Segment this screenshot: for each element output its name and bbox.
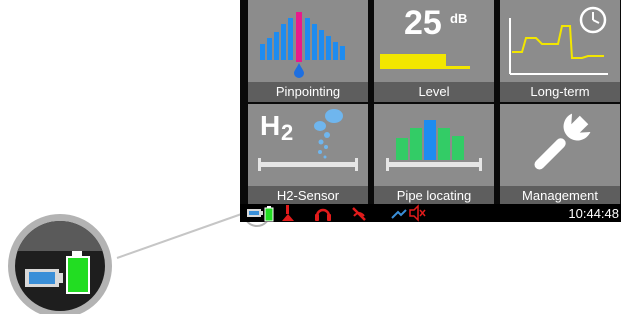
red-probe-icon — [282, 205, 294, 221]
level-unit: dB — [450, 11, 468, 26]
level-bar — [380, 54, 446, 66]
status-bar: 10:44:48 — [240, 204, 621, 222]
tile-long-term[interactable]: Long-term — [500, 0, 620, 102]
tile-label-h2-sensor: H2-Sensor — [248, 186, 368, 206]
tile-pinpointing[interactable]: Pinpointing — [248, 0, 368, 102]
red-crossed-icon — [352, 207, 366, 221]
status-clock: 10:44:48 — [568, 206, 619, 221]
pipe-locating-bars-icon — [386, 120, 482, 171]
h2-bubbles-icon: H 2 — [248, 104, 368, 186]
tile-h2-sensor[interactable]: H 2 H2-Sensor — [248, 104, 368, 206]
long-term-clock-graph-icon — [509, 6, 608, 75]
pinpointing-bars-icon — [260, 12, 345, 78]
blue-signal-icon — [391, 209, 407, 219]
tile-label-management: Management — [500, 186, 620, 206]
tile-label-pinpointing: Pinpointing — [248, 82, 368, 102]
level-meter-icon: 25 dB — [374, 0, 494, 82]
wrench-icon — [534, 113, 591, 170]
tile-level[interactable]: 25 dB Level — [374, 0, 494, 102]
level-value: 25 — [404, 4, 442, 42]
level-baseline — [380, 66, 470, 69]
zoom-callout — [8, 214, 112, 314]
tile-label-pipe-locating: Pipe locating — [374, 186, 494, 206]
battery-green-icon — [264, 206, 274, 222]
battery-device-icon — [247, 209, 263, 217]
tile-label-level: Level — [374, 82, 494, 102]
zoomed-battery-icons — [15, 221, 105, 294]
bubbles-icon — [258, 109, 358, 171]
tile-management[interactable]: Management — [500, 104, 620, 206]
device-screen: Pinpointing 25 dB Level Long-term H 2 H2… — [240, 0, 621, 222]
speaker-muted-icon[interactable] — [408, 204, 426, 222]
tile-label-long-term: Long-term — [500, 82, 620, 102]
tile-pipe-locating[interactable]: Pipe locating — [374, 104, 494, 206]
red-headphones-icon — [315, 208, 331, 221]
screenshot-stage: Pinpointing 25 dB Level Long-term H 2 H2… — [0, 0, 621, 314]
